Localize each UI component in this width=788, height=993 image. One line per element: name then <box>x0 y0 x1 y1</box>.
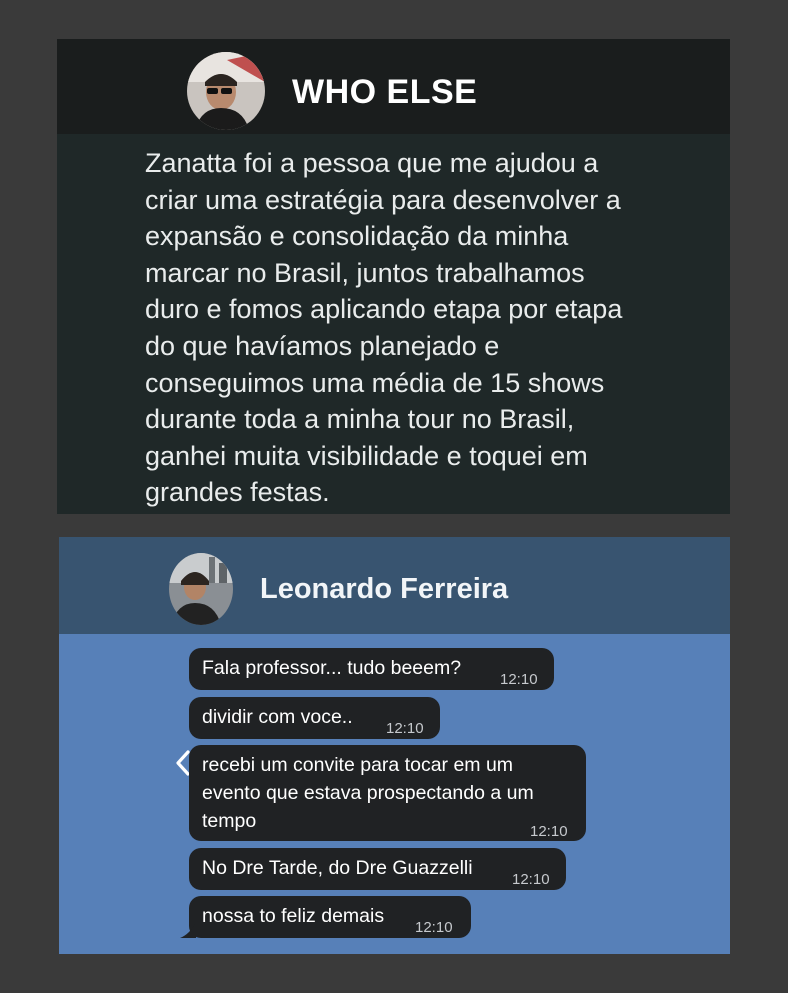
message-line: conseguimos uma média de 15 shows <box>145 367 605 398</box>
message-line: duro e fomos aplicando etapa por etapa <box>145 294 623 325</box>
chat-message[interactable]: No Dre Tarde, do Dre Guazzelli 12:10 <box>189 848 566 890</box>
message-line: marcar no Brasil, juntos trabalhamos <box>145 257 585 288</box>
chat-message[interactable]: dividir com voce.. 12:10 <box>189 697 440 739</box>
avatar[interactable] <box>187 52 265 130</box>
message-line: criar uma estratégia para desenvolver a <box>145 184 621 215</box>
message-text: Fala professor... tudo beeem? <box>202 657 462 679</box>
message-time: 12:10 <box>415 919 453 936</box>
message-text: No Dre Tarde, do Dre Guazzelli <box>202 857 473 879</box>
message-time: 12:10 <box>512 871 550 888</box>
chat-message[interactable]: nossa to feliz demais 12:10 <box>189 896 471 938</box>
message-line: grandes festas. <box>145 477 330 508</box>
message-text: dividir com voce.. <box>202 706 353 728</box>
chat-message[interactable]: recebi um convite para tocar em um event… <box>189 745 586 841</box>
message-line: evento que estava prospectando a um <box>202 782 534 804</box>
contact-name: Leonardo Ferreira <box>260 573 509 605</box>
chat-header: Leonardo Ferreira <box>59 537 730 634</box>
bubble-tail <box>180 922 196 938</box>
message-time: 12:10 <box>530 823 568 840</box>
message-line: tempo <box>202 810 257 832</box>
message-line: expansão e consolidação da minha <box>145 221 569 252</box>
avatar[interactable] <box>169 553 233 625</box>
testimonial-card-who-else: WHO ELSE Zanatta foi a pessoa que me aju… <box>57 39 730 514</box>
message-text: nossa to feliz demais <box>202 905 385 927</box>
message-line: ganhei muita visibilidade e toquei em <box>145 440 588 471</box>
message-text: recebi um convite para tocar em um event… <box>202 751 534 835</box>
message-line: Zanatta foi a pessoa que me ajudou a <box>145 148 599 178</box>
message-line: durante toda a minha tour no Brasil, <box>145 404 575 435</box>
message-time: 12:10 <box>386 720 424 737</box>
chat-header: WHO ELSE <box>57 39 730 134</box>
message-time: 12:10 <box>500 671 538 688</box>
contact-name: WHO ELSE <box>292 73 478 111</box>
message-line: do que havíamos planejado e <box>145 330 500 361</box>
chat-message[interactable]: Fala professor... tudo beeem? 12:10 <box>189 648 554 690</box>
message-line: recebi um convite para tocar em um <box>202 754 514 776</box>
message-text: Zanatta foi a pessoa que me ajudou a cri… <box>145 145 715 511</box>
